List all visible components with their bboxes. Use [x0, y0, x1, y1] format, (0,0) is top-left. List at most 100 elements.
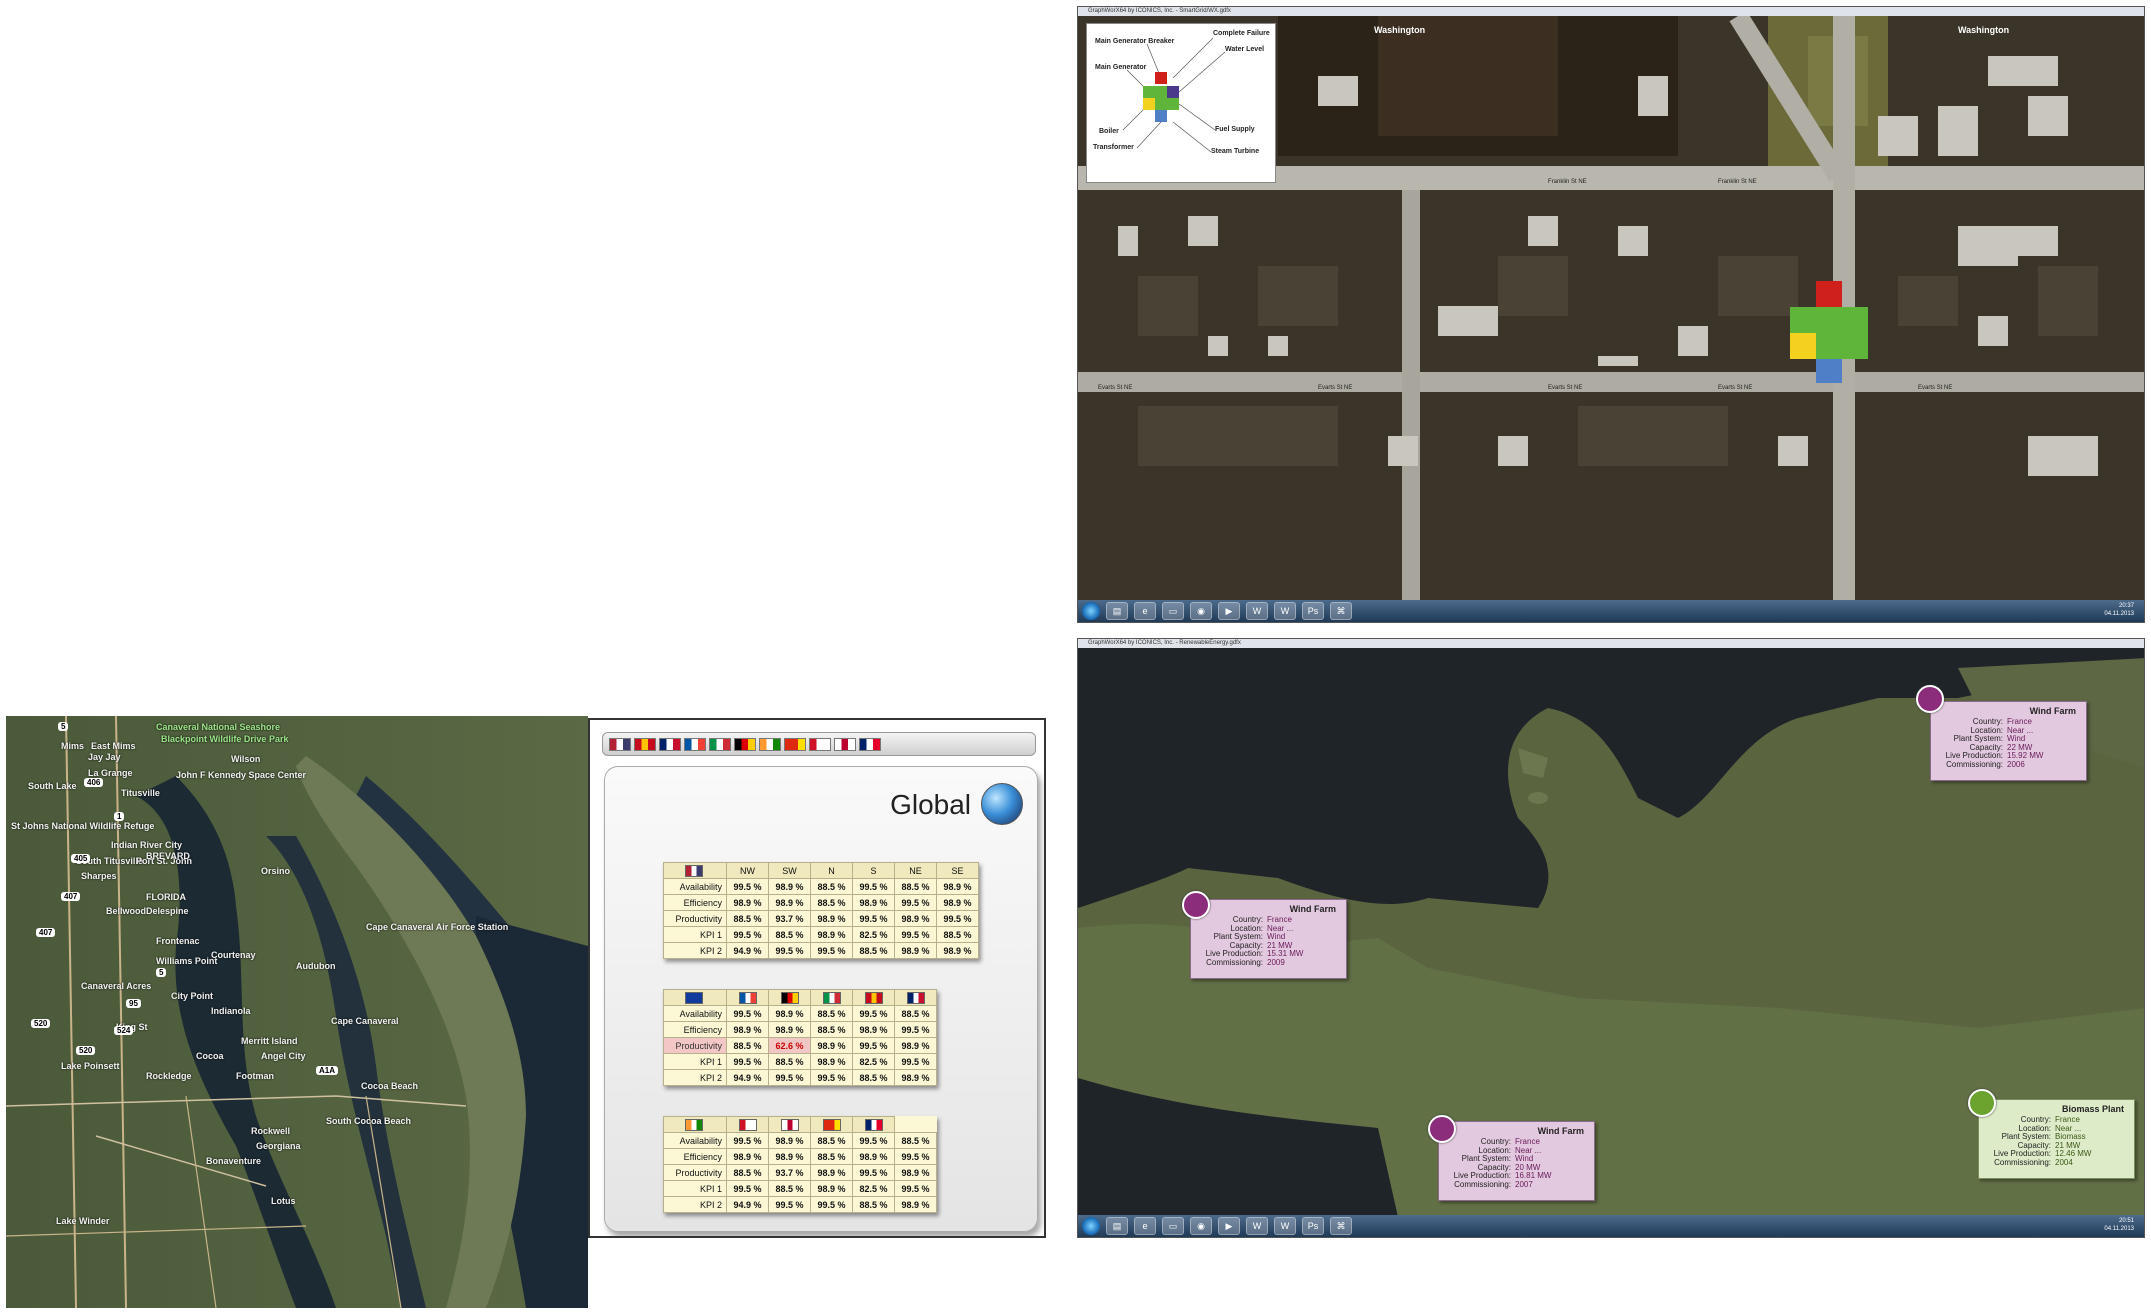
australia-flag[interactable]: [859, 737, 881, 751]
table-cell: 88.5 %: [810, 1005, 853, 1022]
word-icon[interactable]: W: [1246, 602, 1268, 620]
china-flag[interactable]: [784, 737, 806, 751]
map-label: Courtenay: [211, 950, 256, 960]
ie-icon[interactable]: e: [1134, 1217, 1156, 1235]
globe-icon[interactable]: [981, 783, 1023, 825]
france-flag[interactable]: [684, 737, 706, 751]
india-flag[interactable]: [759, 737, 781, 751]
table-cell: 82.5 %: [852, 1053, 895, 1070]
map-label: Cocoa Beach: [361, 1081, 419, 1091]
status-square: [1143, 86, 1155, 98]
table-cell: 88.5 %: [810, 1021, 853, 1038]
table-cell: 98.9 %: [810, 926, 853, 943]
wind-turbine-icon[interactable]: [1182, 891, 1210, 919]
word-icon[interactable]: W: [1274, 1217, 1296, 1235]
table-cell: 88.5 %: [894, 878, 937, 895]
plant-info-popup[interactable]: Wind Farm Country: France Location: Near ...…: [1930, 701, 2087, 781]
map-label: East Mims: [91, 741, 136, 751]
table-row: KPI 2 94.9 % 99.5 % 99.5 % 88.5 % 98.9 %: [663, 1196, 937, 1213]
taskbar-clock: 20:51 04.11.2013: [2104, 1218, 2134, 1232]
start-button[interactable]: [1082, 1217, 1100, 1235]
legend-label: Complete Failure: [1213, 30, 1270, 37]
word-icon[interactable]: W: [1274, 602, 1296, 620]
field-label: Commissioning:: [1454, 1179, 1511, 1189]
status-square: [1816, 333, 1842, 359]
usa-flag[interactable]: [609, 737, 631, 751]
china-flag[interactable]: [822, 1118, 841, 1131]
table-cell: 98.9 %: [936, 894, 979, 911]
map-label: South Cocoa Beach: [326, 1116, 412, 1126]
germany-flag[interactable]: [780, 991, 799, 1004]
table-cell: 88.5 %: [852, 1069, 895, 1086]
street-label: Franklin St NE: [1548, 179, 1587, 185]
network-icon[interactable]: ⌘: [1330, 602, 1352, 620]
uk-flag[interactable]: [906, 991, 925, 1004]
global-kpi-dashboard: Global NW SW N S NE SE Availability 99.5 % 98.9 …: [588, 718, 1046, 1238]
chrome-icon[interactable]: ◉: [1190, 602, 1212, 620]
table-cell: 88.5 %: [726, 1164, 769, 1181]
germany-flag[interactable]: [734, 737, 756, 751]
italy-flag[interactable]: [822, 991, 841, 1004]
route-shield-icon: 1: [114, 812, 125, 821]
japan-flag[interactable]: [780, 1118, 799, 1131]
usa-flag[interactable]: [685, 864, 703, 877]
photoshop-icon[interactable]: Ps: [1302, 1217, 1324, 1235]
italy-flag[interactable]: [709, 737, 731, 751]
field-value: 2007: [1515, 1179, 1533, 1189]
table-row: Productivity 88.5 % 93.7 % 98.9 % 99.5 % 98.9…: [663, 910, 979, 927]
row-label: KPI 2: [663, 942, 727, 959]
indonesia-flag[interactable]: [809, 737, 831, 751]
plant-info-popup[interactable]: Biomass Plant Country: France Location: Near…: [1978, 1099, 2135, 1179]
indonesia-flag[interactable]: [738, 1118, 757, 1131]
japan-flag[interactable]: [834, 737, 856, 751]
folder-icon[interactable]: ▭: [1162, 602, 1184, 620]
table-cell: 62.6 %: [768, 1037, 811, 1054]
start-button[interactable]: [1082, 602, 1100, 620]
spain-flag[interactable]: [634, 737, 656, 751]
popup-title: Wind Farm: [2029, 706, 2076, 716]
status-marker[interactable]: [1790, 281, 1870, 383]
window-title: GraphWorX64 by ICONICS, Inc. - SmartGrid…: [1078, 7, 2144, 16]
eu-flag[interactable]: [685, 991, 703, 1004]
folder-icon[interactable]: ▭: [1162, 1217, 1184, 1235]
table-cell: 98.9 %: [810, 1037, 853, 1054]
biomass-plant-icon[interactable]: [1968, 1089, 1996, 1117]
map-label: Williams Point: [156, 956, 218, 966]
spain-flag[interactable]: [864, 991, 883, 1004]
photoshop-icon[interactable]: Ps: [1302, 602, 1324, 620]
plant-info-popup[interactable]: Wind Farm Country: France Location: Near ...…: [1190, 899, 1347, 979]
network-icon[interactable]: ⌘: [1330, 1217, 1352, 1235]
wind-turbine-icon[interactable]: [1916, 685, 1944, 713]
row-label: KPI 2: [663, 1069, 727, 1086]
map-label: Rockwell: [251, 1126, 291, 1136]
india-flag[interactable]: [685, 1118, 703, 1131]
status-square: [1155, 110, 1167, 122]
table-cell: 82.5 %: [852, 1180, 895, 1197]
map-label: Wilson: [231, 754, 261, 764]
status-square: [1167, 98, 1179, 110]
street-label: Washington: [1374, 25, 1426, 35]
uk-flag[interactable]: [659, 737, 681, 751]
table-cell: 99.5 %: [810, 942, 853, 959]
explorer-icon[interactable]: ▤: [1106, 602, 1128, 620]
chrome-icon[interactable]: ◉: [1190, 1217, 1212, 1235]
satellite-map-florida[interactable]: Canaveral National Seashore Blackpoint Wi…: [6, 716, 588, 1308]
table-cell: 99.5 %: [810, 1069, 853, 1086]
explorer-icon[interactable]: ▤: [1106, 1217, 1128, 1235]
table-cell: 98.9 %: [726, 894, 769, 911]
table-cell: 98.9 %: [768, 1148, 811, 1165]
legend-label: Fuel Supply: [1215, 126, 1255, 133]
ie-icon[interactable]: e: [1134, 602, 1156, 620]
wind-turbine-icon[interactable]: [1428, 1115, 1456, 1143]
word-icon[interactable]: W: [1246, 1217, 1268, 1235]
media-icon[interactable]: ▶: [1218, 602, 1240, 620]
australia-flag[interactable]: [864, 1118, 883, 1131]
france-flag[interactable]: [738, 991, 757, 1004]
media-icon[interactable]: ▶: [1218, 1217, 1240, 1235]
table-cell: 98.9 %: [936, 942, 979, 959]
column-header: [810, 989, 853, 1006]
map-label: Cocoa: [196, 1051, 224, 1061]
map-label: Canaveral Acres: [81, 981, 152, 991]
row-label: Efficiency: [663, 1021, 727, 1038]
plant-info-popup[interactable]: Wind Farm Country: France Location: Near ...…: [1438, 1121, 1595, 1201]
